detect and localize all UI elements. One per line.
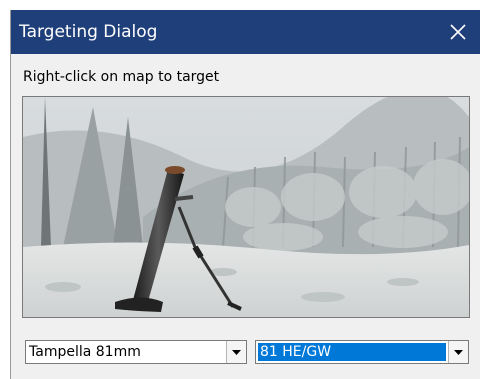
- target-map[interactable]: [22, 96, 470, 318]
- close-button[interactable]: [435, 10, 480, 54]
- targeting-dialog: Targeting Dialog Right-click on map to t…: [10, 10, 480, 379]
- instruction-label: Right-click on map to target: [23, 69, 220, 85]
- weapon-select-dropdown-button[interactable]: [226, 341, 246, 363]
- chevron-down-icon: [232, 349, 241, 355]
- ammo-select-value: 81 HE/GW: [258, 343, 446, 361]
- close-icon: [450, 24, 466, 40]
- title-bar[interactable]: Targeting Dialog: [11, 10, 480, 54]
- weapon-select[interactable]: Tampella 81mm: [25, 340, 247, 364]
- ammo-select-dropdown-button[interactable]: [448, 341, 468, 363]
- map-image: [23, 97, 469, 317]
- chevron-down-icon: [454, 349, 463, 355]
- weapon-select-value: Tampella 81mm: [29, 344, 141, 360]
- window-title: Targeting Dialog: [19, 22, 158, 42]
- ammo-select[interactable]: 81 HE/GW: [255, 340, 469, 364]
